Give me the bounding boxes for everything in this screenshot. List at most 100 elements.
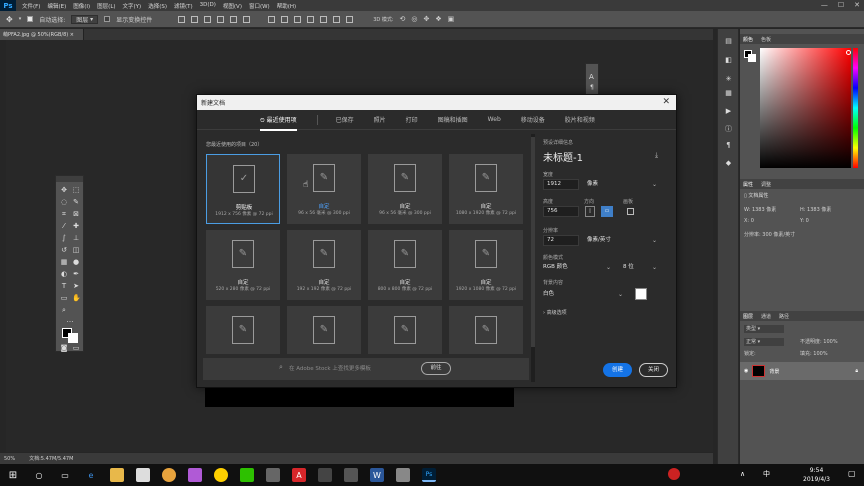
- history-icon[interactable]: ▤: [724, 37, 733, 46]
- tab-swatches[interactable]: 色板: [761, 36, 771, 43]
- photoshop-taskbar-icon[interactable]: Ps: [422, 468, 436, 482]
- scrollbar-thumb[interactable]: [531, 137, 535, 347]
- distribute-right-icon[interactable]: [333, 15, 341, 23]
- menu-3d[interactable]: 3D(D): [200, 2, 216, 10]
- 3d-pan-icon[interactable]: ✥: [424, 15, 430, 23]
- tab-layers[interactable]: 图层: [743, 313, 753, 320]
- preset-card[interactable]: ✎: [287, 306, 361, 354]
- menu-window[interactable]: 窗口(W): [249, 2, 270, 10]
- layer-filter-dropdown[interactable]: 类型 ▾: [744, 325, 784, 333]
- marquee-tool-icon[interactable]: ⬚: [72, 186, 80, 194]
- stock-search-input[interactable]: 在 Adobe Stock 上查找更多模板: [289, 364, 371, 372]
- go-button[interactable]: 前往: [421, 362, 451, 375]
- preset-card[interactable]: ✎ 自定 520 x 280 像素 @ 72 ppi: [206, 230, 280, 300]
- document-canvas[interactable]: [205, 385, 514, 407]
- distribute-center-icon[interactable]: [320, 15, 328, 23]
- height-input[interactable]: 756: [543, 206, 579, 217]
- landscape-icon[interactable]: ▭: [601, 206, 613, 217]
- preset-card[interactable]: ✎ 自定 1920 x 1080 像素 @ 72 ppi: [449, 230, 523, 300]
- background-color-swatch[interactable]: [68, 333, 78, 343]
- distribute-bottom-icon[interactable]: [294, 15, 302, 23]
- menu-select[interactable]: 选择(S): [148, 2, 167, 10]
- preset-card[interactable]: ✎: [449, 306, 523, 354]
- brush-tool-icon[interactable]: ∫: [60, 234, 68, 242]
- tab-recent[interactable]: ⏲ 最近使用项: [260, 115, 297, 131]
- menu-type[interactable]: 文字(Y): [123, 2, 142, 10]
- menu-help[interactable]: 帮助(H): [277, 2, 296, 10]
- resolution-unit-dropdown[interactable]: 像素/英寸 ⌄: [587, 235, 659, 246]
- color-picker-handle[interactable]: [846, 50, 851, 55]
- app-icon-6[interactable]: [396, 468, 410, 482]
- menu-file[interactable]: 文件(F): [22, 2, 40, 10]
- tab-color[interactable]: 颜色: [743, 36, 753, 43]
- path-select-tool-icon[interactable]: ➤: [72, 282, 80, 290]
- distribute-top-icon[interactable]: [268, 15, 276, 23]
- history-brush-tool-icon[interactable]: ↺: [60, 246, 68, 254]
- app-icon[interactable]: [188, 468, 202, 482]
- menu-layer[interactable]: 图层(L): [97, 2, 115, 10]
- acrobat-icon[interactable]: A: [292, 468, 306, 482]
- tab-properties[interactable]: 属性: [743, 181, 753, 188]
- 3d-roll-icon[interactable]: ◎: [411, 15, 417, 23]
- recording-icon[interactable]: [668, 468, 680, 480]
- clone-source-icon[interactable]: ▦: [724, 89, 733, 98]
- move-tool-icon[interactable]: ✥: [6, 15, 13, 24]
- tab-saved[interactable]: 已保存: [336, 115, 354, 124]
- edge-icon[interactable]: e: [84, 468, 98, 482]
- hue-slider[interactable]: [853, 48, 858, 168]
- tab-channels[interactable]: 通道: [761, 313, 771, 320]
- preset-card[interactable]: ✎ 自定 192 x 192 像素 @ 72 ppi: [287, 230, 361, 300]
- info-icon[interactable]: ⓘ: [724, 125, 733, 134]
- create-button[interactable]: 创建: [603, 363, 632, 377]
- bit-depth-dropdown[interactable]: 8 位 ⌄: [623, 262, 659, 273]
- drop-icon[interactable]: ◆: [724, 159, 733, 168]
- preset-card[interactable]: ✎: [368, 306, 442, 354]
- color-picker-field[interactable]: [760, 48, 851, 168]
- background-color-swatch[interactable]: [748, 54, 756, 62]
- align-center-icon[interactable]: [230, 15, 238, 23]
- app-icon-4[interactable]: [318, 468, 332, 482]
- chrome-icon[interactable]: [162, 468, 176, 482]
- color-mode-dropdown[interactable]: RGB 颜色 ⌄: [543, 262, 613, 273]
- zoom-level[interactable]: 50%: [4, 456, 15, 462]
- fill-control[interactable]: 填充: 100%: [800, 350, 828, 357]
- character-icon[interactable]: A: [589, 73, 594, 81]
- align-middle-icon[interactable]: [191, 15, 199, 23]
- align-left-icon[interactable]: [217, 15, 225, 23]
- document-tab[interactable]: 萌PFA2.jpg @ 50%(RGB/8) ×: [0, 29, 84, 40]
- artboard-checkbox[interactable]: [627, 208, 634, 215]
- background-color-swatch[interactable]: [635, 288, 647, 300]
- document-name-field[interactable]: 未标题-1: [543, 149, 583, 164]
- preset-card[interactable]: ✎ 自定 96 x 56 毫米 @ 300 ppi: [287, 154, 361, 224]
- minimize-button[interactable]: —: [821, 1, 828, 9]
- width-unit-dropdown[interactable]: 像素 ⌄: [587, 179, 659, 190]
- dodge-tool-icon[interactable]: ◐: [60, 270, 68, 278]
- blend-mode-dropdown[interactable]: 正常 ▾: [744, 338, 784, 346]
- preset-card[interactable]: ✎: [206, 306, 280, 354]
- align-right-icon[interactable]: [243, 15, 251, 23]
- blur-tool-icon[interactable]: ●: [72, 258, 80, 266]
- app-icon-2[interactable]: [214, 468, 228, 482]
- type-tool-icon[interactable]: T: [60, 282, 68, 290]
- tab-web[interactable]: Web: [488, 116, 501, 123]
- zoom-tool-icon[interactable]: ⌕: [60, 306, 68, 314]
- auto-select-checkbox[interactable]: [27, 16, 34, 22]
- actions-icon[interactable]: ▶: [724, 107, 733, 116]
- width-input[interactable]: 1912: [543, 179, 579, 190]
- brush-settings-icon[interactable]: ✳: [724, 75, 733, 84]
- eraser-tool-icon[interactable]: ◫: [72, 246, 80, 254]
- opacity-control[interactable]: 不透明度: 100%: [800, 338, 838, 345]
- close-button[interactable]: 关闭: [639, 363, 668, 377]
- store-icon[interactable]: [136, 468, 150, 482]
- save-preset-icon[interactable]: ⤓: [655, 151, 658, 160]
- paragraph-icon[interactable]: ¶: [724, 141, 733, 150]
- preset-card[interactable]: ✎ 自定 800 x 800 像素 @ 72 ppi: [368, 230, 442, 300]
- windows-start-icon[interactable]: ⊞: [6, 468, 20, 482]
- lasso-tool-icon[interactable]: ◌: [60, 198, 68, 206]
- ime-indicator[interactable]: 中: [763, 469, 770, 479]
- move-tool-icon[interactable]: ✥: [60, 186, 68, 194]
- screen-mode-icon[interactable]: ▭: [72, 344, 80, 352]
- tab-film[interactable]: 胶片和视频: [565, 115, 595, 124]
- color-adjust-icon[interactable]: ◧: [724, 56, 733, 65]
- menu-filter[interactable]: 滤镜(T): [174, 2, 193, 10]
